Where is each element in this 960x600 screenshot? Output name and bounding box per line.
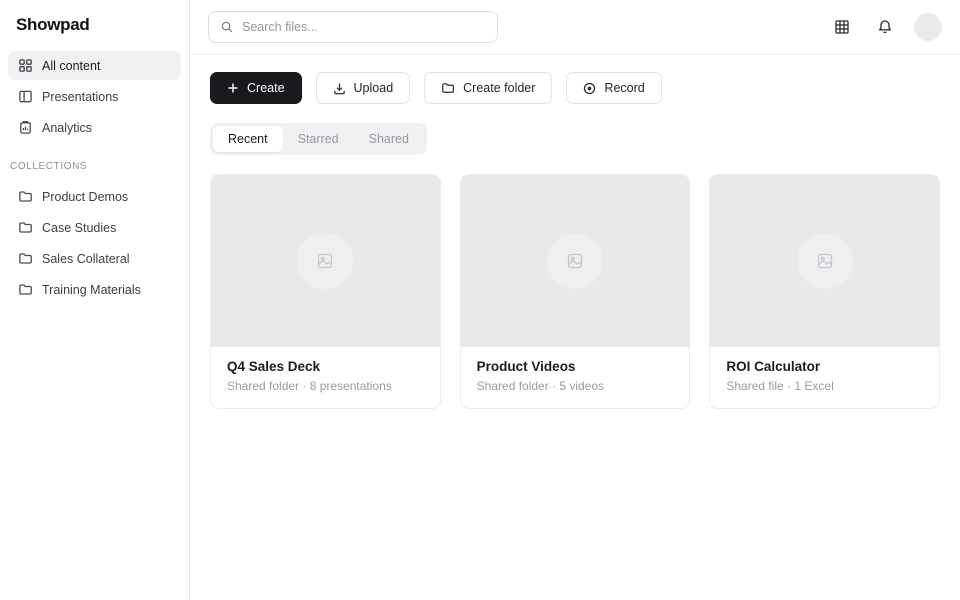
upload-button-label: Upload [354, 81, 394, 95]
tab-shared[interactable]: Shared [354, 126, 424, 152]
collection-item-label: Product Demos [42, 190, 128, 204]
tab-recent[interactable]: Recent [213, 126, 283, 152]
clipboard-chart-icon [18, 120, 33, 135]
image-icon [316, 252, 334, 270]
card-q4-sales-deck[interactable]: Q4 Sales Deck Shared folder · 8 presenta… [210, 174, 441, 409]
card-body: Q4 Sales Deck Shared folder · 8 presenta… [211, 347, 440, 408]
folder-icon [441, 81, 455, 95]
create-button[interactable]: Create [210, 72, 302, 104]
sidebar-item-analytics[interactable]: Analytics [8, 113, 181, 142]
collection-item-label: Sales Collateral [42, 252, 130, 266]
record-icon [583, 82, 596, 95]
sidebar-item-label: Presentations [42, 90, 118, 104]
card-thumbnail [211, 175, 440, 347]
tab-starred[interactable]: Starred [283, 126, 354, 152]
card-body: Product Videos Shared folder · 5 videos [461, 347, 690, 408]
topbar [190, 0, 960, 55]
card-title: Q4 Sales Deck [227, 359, 424, 374]
card-thumbnail [710, 175, 939, 347]
search-box[interactable] [208, 11, 498, 43]
thumbnail-placeholder-circle [547, 233, 603, 289]
plus-icon [227, 82, 239, 94]
sidebar-nav: All content Presentations [0, 48, 189, 142]
search-input[interactable] [242, 20, 486, 34]
search-icon [220, 20, 234, 34]
content-area: Create Upload Create f [190, 55, 960, 426]
image-icon [566, 252, 584, 270]
tabs-segmented-control: Recent Starred Shared [210, 123, 427, 155]
avatar[interactable] [914, 13, 942, 41]
apps-grid-icon[interactable] [827, 12, 857, 42]
card-subtitle: Shared folder · 8 presentations [227, 379, 424, 393]
card-subtitle: Shared folder · 5 videos [477, 379, 674, 393]
collection-item-case-studies[interactable]: Case Studies [8, 213, 181, 242]
panel-icon [18, 89, 33, 104]
folder-icon [18, 189, 33, 204]
card-product-videos[interactable]: Product Videos Shared folder · 5 videos [460, 174, 691, 409]
upload-button[interactable]: Upload [316, 72, 411, 104]
collection-item-label: Training Materials [42, 283, 141, 297]
thumbnail-placeholder-circle [297, 233, 353, 289]
card-title: Product Videos [477, 359, 674, 374]
bell-icon[interactable] [870, 12, 900, 42]
record-button[interactable]: Record [566, 72, 661, 104]
image-icon [816, 252, 834, 270]
folder-icon [18, 251, 33, 266]
collection-item-sales-collateral[interactable]: Sales Collateral [8, 244, 181, 273]
app-logo: Showpad [0, 0, 189, 48]
grid-icon [18, 58, 33, 73]
sidebar-item-label: Analytics [42, 121, 92, 135]
collection-item-training-materials[interactable]: Training Materials [8, 275, 181, 304]
sidebar-item-label: All content [42, 59, 100, 73]
folder-icon [18, 220, 33, 235]
create-button-label: Create [247, 81, 285, 95]
thumbnail-placeholder-circle [797, 233, 853, 289]
topbar-right [827, 12, 942, 42]
upload-icon [333, 82, 346, 95]
card-body: ROI Calculator Shared file · 1 Excel [710, 347, 939, 408]
record-button-label: Record [604, 81, 644, 95]
sidebar: Showpad All content Presentations [0, 0, 190, 600]
card-thumbnail [461, 175, 690, 347]
collection-item-product-demos[interactable]: Product Demos [8, 182, 181, 211]
sidebar-item-presentations[interactable]: Presentations [8, 82, 181, 111]
sidebar-item-all-content[interactable]: All content [8, 51, 181, 80]
card-roi-calculator[interactable]: ROI Calculator Shared file · 1 Excel [709, 174, 940, 409]
card-title: ROI Calculator [726, 359, 923, 374]
actions-row: Create Upload Create f [210, 72, 940, 104]
cards-grid: Q4 Sales Deck Shared folder · 8 presenta… [210, 174, 940, 409]
collections-section-label: COLLECTIONS [0, 144, 189, 179]
card-subtitle: Shared file · 1 Excel [726, 379, 923, 393]
collections-list: Product Demos Case Studies Sales Collate… [0, 179, 189, 304]
folder-icon [18, 282, 33, 297]
collection-item-label: Case Studies [42, 221, 116, 235]
create-folder-button-label: Create folder [463, 81, 535, 95]
create-folder-button[interactable]: Create folder [424, 72, 552, 104]
main-area: Create Upload Create f [190, 0, 960, 600]
